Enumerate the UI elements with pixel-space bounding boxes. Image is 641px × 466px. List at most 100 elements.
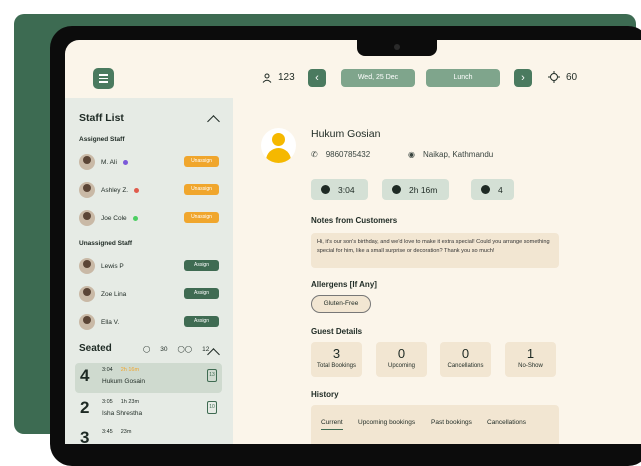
staff-name: Ella V. [101, 318, 120, 326]
staff-row: Lewis P Assign [79, 256, 219, 276]
unassigned-staff-label: Unassigned Staff [79, 240, 133, 247]
seated-guest-count: 30 [160, 345, 168, 353]
booking-card[interactable]: 3 3:45 23m [75, 425, 222, 444]
date-selector[interactable]: Wed, 25 Dec [341, 69, 415, 87]
tab-past-bookings[interactable]: Past bookings [431, 419, 472, 426]
assign-button[interactable]: Assign [184, 260, 219, 271]
staff-name: M. Ali [101, 158, 117, 166]
booking-name: Hukum Gosain [102, 378, 145, 385]
table-icon [548, 71, 560, 83]
guest-location: ◉ Naikap, Kathmandu [408, 150, 493, 159]
table-number: 10 [207, 401, 217, 414]
stat-upcoming: 0 Upcoming [376, 342, 427, 377]
phone-number: 9860785432 [325, 150, 371, 159]
next-date-button[interactable]: › [514, 69, 532, 87]
customer-notes: Hi, it's our son's birthday, and we'd lo… [311, 233, 559, 268]
assign-button[interactable]: Assign [184, 288, 219, 299]
seated-stats: ◯ 30 ◯◯ 12 [143, 345, 209, 354]
stat-value: 3 [332, 346, 341, 361]
booking-time: 3:45 [102, 429, 113, 435]
duration-chip: 2h 16m [382, 179, 449, 200]
camera-notch [357, 40, 437, 56]
guest-name: Hukum Gosian [311, 128, 381, 140]
history-title: History [311, 390, 339, 399]
avatar [79, 182, 95, 198]
staff-list-title: Staff List [79, 112, 124, 124]
stat-no-show: 1 No-Show [505, 342, 556, 377]
booking-name: Isha Shrestha [102, 410, 143, 417]
location-pin-icon: ◉ [408, 150, 415, 159]
assigned-staff-label: Assigned Staff [79, 136, 125, 143]
avatar [79, 258, 95, 274]
party-size-value: 4 [498, 184, 503, 195]
booking-duration: 2h 16m [120, 367, 140, 373]
guest-avatar [261, 128, 296, 163]
staff-name: Ashley Z. [101, 186, 129, 194]
staff-name: Zoe Lina [101, 290, 127, 298]
seated-title: Seated [79, 343, 112, 354]
guest-count-value: 123 [278, 72, 295, 83]
clock-icon [321, 185, 330, 194]
menu-button[interactable] [93, 68, 114, 89]
booking-duration: 1h 23m [120, 399, 140, 405]
duration-value: 2h 16m [409, 184, 438, 195]
stat-label: Total Bookings [316, 363, 357, 369]
booking-time: 3:05 [102, 399, 113, 405]
allergens-title: Allergens [If Any] [311, 280, 377, 289]
staff-row: Zoe Lina Assign [79, 284, 219, 304]
sidebar: Staff List Assigned Staff M. Ali Unassig… [65, 98, 233, 444]
camera-icon [394, 44, 400, 50]
group-icon: ◯◯ [177, 346, 193, 353]
allergen-tag: Gluten-Free [311, 295, 371, 313]
chevron-up-icon[interactable] [207, 115, 220, 128]
guest-phone: ✆ 9860785432 [311, 150, 370, 159]
avatar [79, 286, 95, 302]
booking-card[interactable]: 2 3:05 1h 23m Isha Shrestha 10 [75, 395, 222, 425]
time-chip: 3:04 [311, 179, 368, 200]
stat-label: No-Show [518, 363, 543, 369]
stat-value: 0 [397, 346, 406, 361]
guest-count: 123 [262, 72, 295, 83]
stat-value: 0 [461, 346, 470, 361]
tab-current[interactable]: Current [321, 419, 343, 430]
staff-row: Joe Cole Unassign [79, 208, 219, 228]
avatar [79, 314, 95, 330]
user-icon: ◯ [143, 346, 151, 353]
staff-row: M. Ali Unassign [79, 152, 219, 172]
prev-date-button[interactable]: ‹ [308, 69, 326, 87]
booking-card[interactable]: 4 3:04 2h 16m Hukum Gosain 13 [75, 363, 222, 393]
tab-upcoming-bookings[interactable]: Upcoming bookings [358, 419, 415, 426]
booking-number: 3 [80, 428, 90, 444]
timer-icon [392, 185, 401, 194]
avatar [79, 210, 95, 226]
status-dot [122, 159, 128, 165]
staff-name: Joe Cole [101, 214, 127, 222]
meal-selector[interactable]: Lunch [426, 69, 500, 87]
staff-name: Lewis P [101, 262, 124, 270]
status-dot [132, 215, 138, 221]
stat-label: Upcoming [387, 363, 415, 369]
table-number: 13 [207, 369, 217, 382]
booking-time: 3:04 [102, 367, 113, 373]
table-count-value: 60 [566, 71, 578, 83]
staff-row: Ashley Z. Unassign [79, 180, 219, 200]
history-panel: Current Upcoming bookings Past bookings … [311, 405, 559, 444]
time-value: 3:04 [338, 184, 355, 195]
unassign-button[interactable]: Unassign [184, 212, 219, 223]
unassign-button[interactable]: Unassign [184, 184, 219, 195]
assign-button[interactable]: Assign [184, 316, 219, 327]
stat-value: 1 [526, 346, 535, 361]
status-dot [134, 187, 140, 193]
stat-label: Cancellations [447, 363, 484, 369]
booking-duration: 23m [120, 429, 132, 435]
stat-cancellations: 0 Cancellations [440, 342, 491, 377]
app-screen: 123 ‹ Wed, 25 Dec Lunch › 60 Staff List … [65, 40, 641, 444]
booking-number: 4 [80, 366, 90, 385]
booking-number: 2 [80, 398, 90, 417]
guest-details-title: Guest Details [311, 327, 363, 336]
tab-cancellations[interactable]: Cancellations [487, 419, 526, 426]
location-text: Naikap, Kathmandu [422, 150, 494, 159]
unassign-button[interactable]: Unassign [184, 156, 219, 167]
avatar [79, 154, 95, 170]
staff-row: Ella V. Assign [79, 312, 219, 332]
